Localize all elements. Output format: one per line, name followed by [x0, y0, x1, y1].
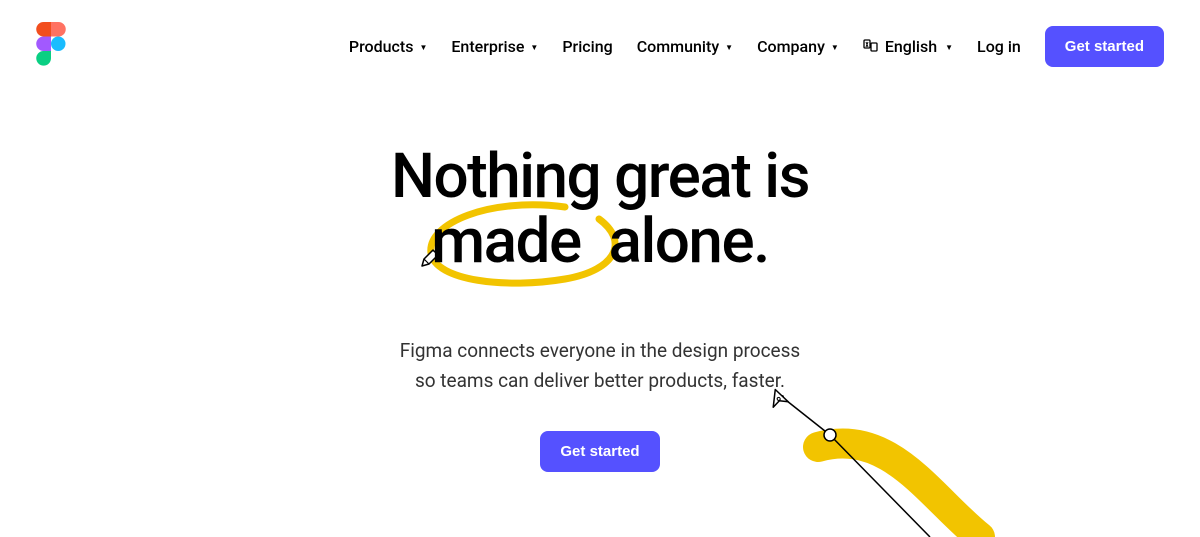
- primary-nav: Products ▼ Enterprise ▼ Pricing Communit…: [349, 26, 1164, 67]
- nav-company[interactable]: Company ▼: [757, 37, 839, 56]
- chevron-down-icon: ▼: [831, 43, 839, 52]
- nav-pricing-label: Pricing: [562, 37, 612, 56]
- hero-subhead: Figma connects everyone in the design pr…: [0, 336, 1200, 395]
- nav-products[interactable]: Products ▼: [349, 37, 428, 56]
- nav-community-label: Community: [637, 37, 719, 56]
- chevron-down-icon: ▼: [419, 43, 427, 52]
- figma-logo-icon: [36, 22, 66, 66]
- hero-headline-alone: alone.: [609, 205, 769, 278]
- nav-language[interactable]: English ▼: [863, 37, 953, 56]
- nav-pricing[interactable]: Pricing: [562, 37, 612, 56]
- nav-company-label: Company: [757, 37, 825, 56]
- nav-products-label: Products: [349, 37, 414, 56]
- hero-get-started-button[interactable]: Get started: [540, 431, 659, 472]
- hero-subhead-line2: so teams can deliver better products, fa…: [415, 369, 785, 392]
- hero-headline: Nothing great is made alone.: [391, 144, 809, 274]
- chevron-down-icon: ▼: [725, 43, 733, 52]
- hero-headline-line2: made alone.: [431, 209, 769, 274]
- site-header: Products ▼ Enterprise ▼ Pricing Communit…: [0, 0, 1200, 92]
- chevron-down-icon: ▼: [945, 43, 953, 52]
- nav-get-started-button[interactable]: Get started: [1045, 26, 1164, 67]
- nav-login[interactable]: Log in: [977, 37, 1021, 56]
- chevron-down-icon: ▼: [530, 43, 538, 52]
- nav-community[interactable]: Community ▼: [637, 37, 733, 56]
- hero-headline-line1: Nothing great is: [391, 140, 809, 213]
- hero-section: Nothing great is made alone. Figma conne…: [0, 92, 1200, 472]
- nav-enterprise[interactable]: Enterprise ▼: [451, 37, 538, 56]
- figma-logo[interactable]: [36, 22, 66, 70]
- nav-language-label: English: [885, 37, 937, 56]
- hero-headline-made: made: [431, 205, 581, 278]
- nav-login-label: Log in: [977, 37, 1021, 56]
- globe-icon: [863, 38, 879, 54]
- nav-enterprise-label: Enterprise: [451, 37, 524, 56]
- hero-cta-wrap: Get started: [0, 431, 1200, 472]
- hero-subhead-line1: Figma connects everyone in the design pr…: [400, 339, 800, 362]
